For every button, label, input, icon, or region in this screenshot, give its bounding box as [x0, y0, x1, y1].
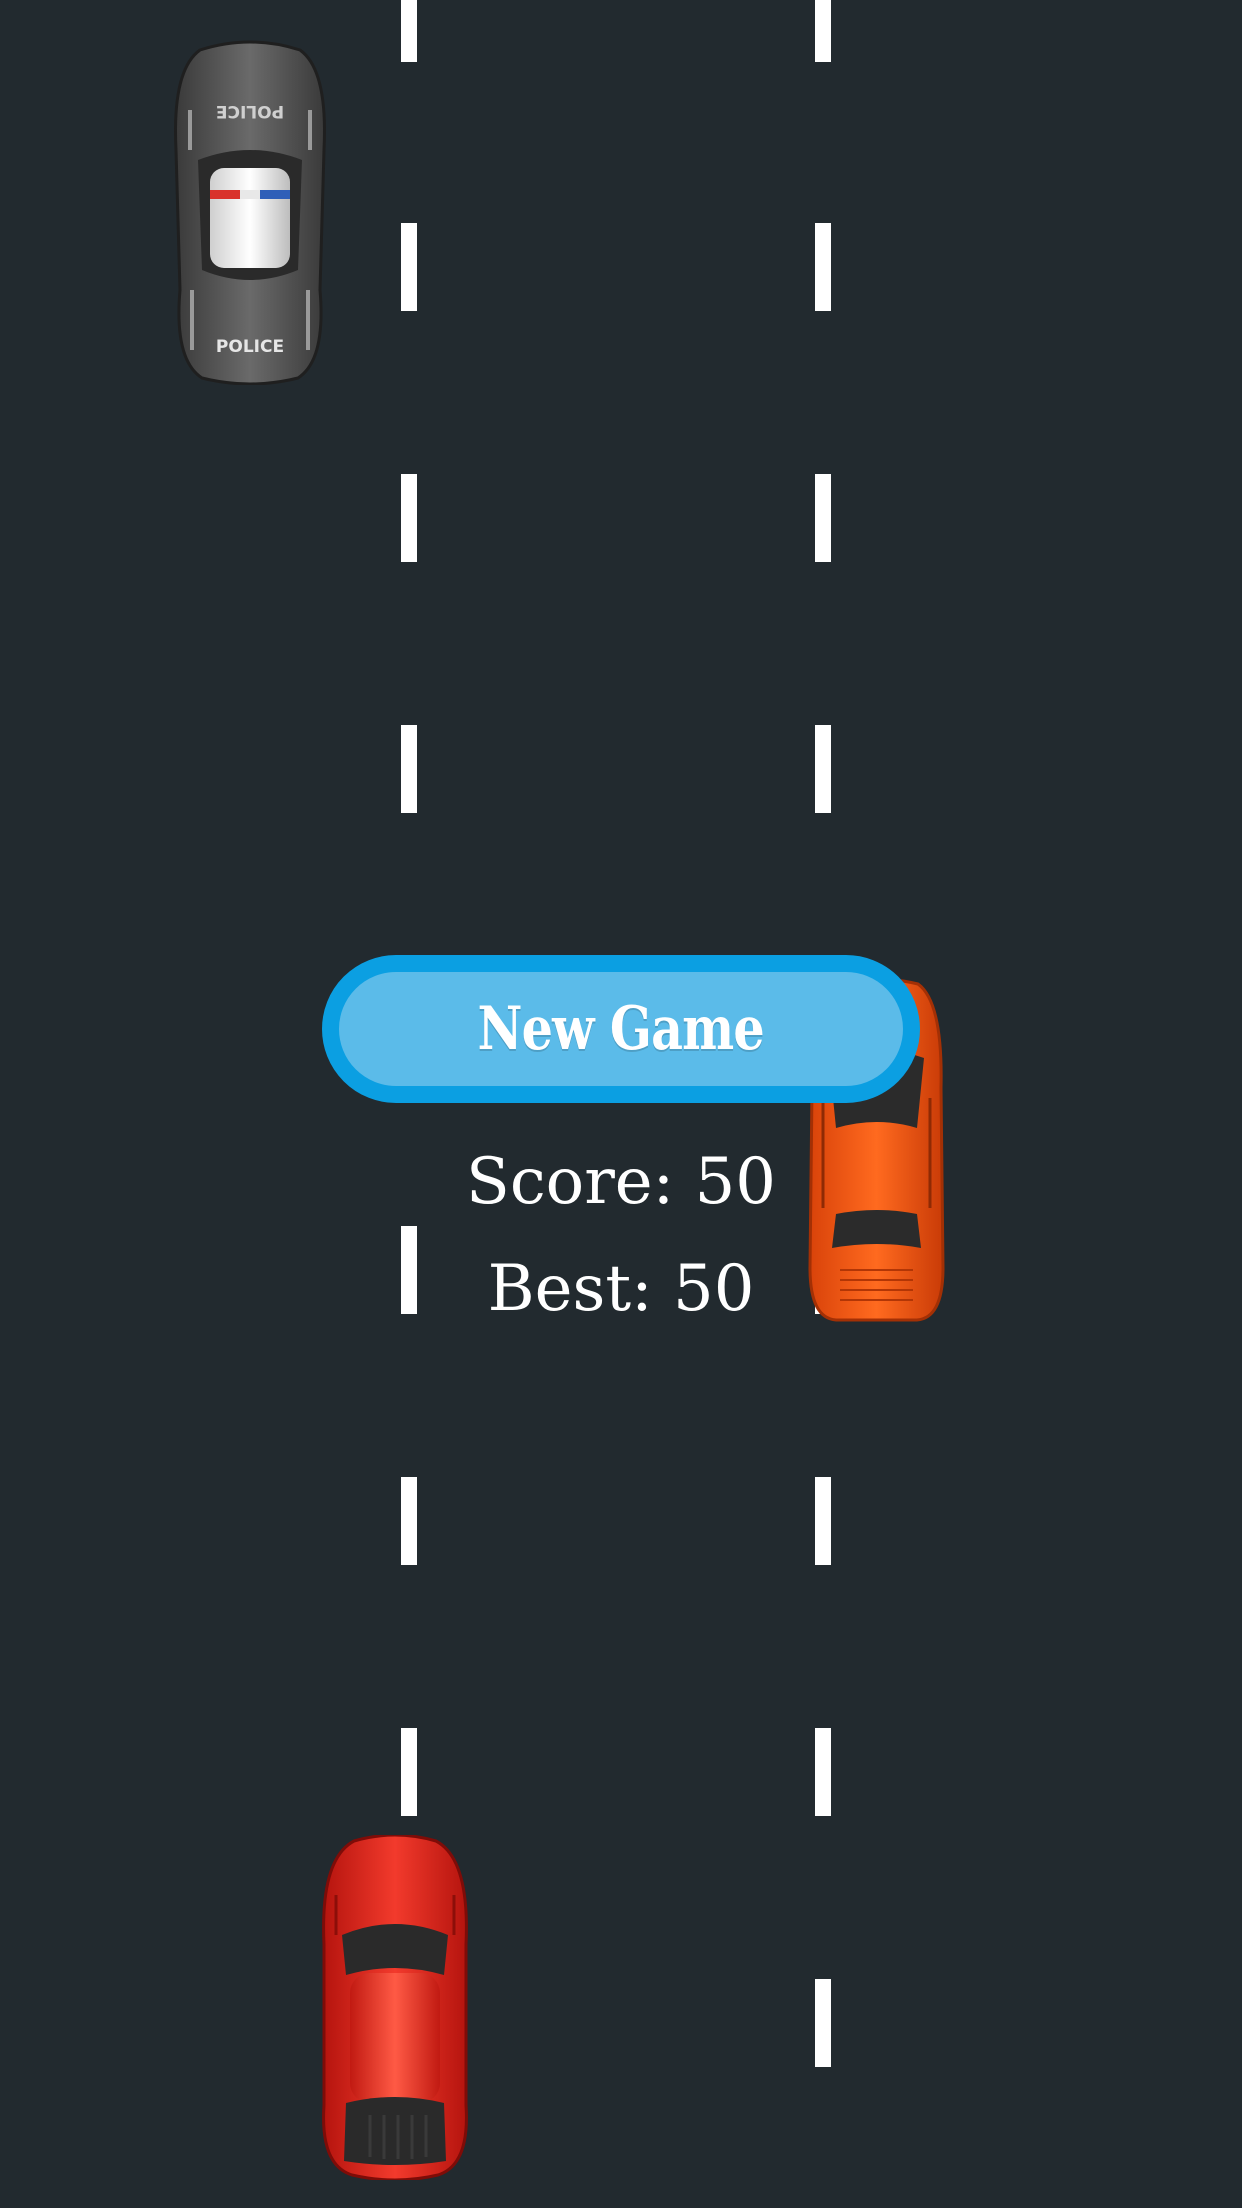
- lane-marking: [401, 725, 417, 813]
- lane-marking: [401, 1477, 417, 1565]
- lane-marking: [401, 1728, 417, 1816]
- lane-marking: [401, 474, 417, 562]
- lane-marking: [815, 1728, 831, 1816]
- lane-marking: [815, 725, 831, 813]
- lane-marking: [815, 474, 831, 562]
- player-car[interactable]: [314, 1835, 476, 2180]
- player-car-icon: [322, 1835, 468, 2180]
- new-game-label: New Game: [477, 994, 765, 1064]
- police-car-icon: POLICE POLICE: [174, 40, 326, 385]
- police-car-rear-text: POLICE: [216, 101, 284, 121]
- police-car-hood-text: POLICE: [216, 337, 284, 357]
- best-score-text: Best: 50: [487, 1252, 755, 1326]
- lane-marking: [401, 223, 417, 311]
- score-text: Score: 50: [465, 1145, 777, 1219]
- lane-marking: [401, 0, 417, 62]
- lane-marking: [815, 223, 831, 311]
- new-game-button[interactable]: New Game: [322, 955, 920, 1103]
- police-car: POLICE POLICE: [170, 40, 330, 385]
- lane-marking: [815, 1477, 831, 1565]
- lane-marking: [815, 1979, 831, 2067]
- lane-marking: [815, 0, 831, 62]
